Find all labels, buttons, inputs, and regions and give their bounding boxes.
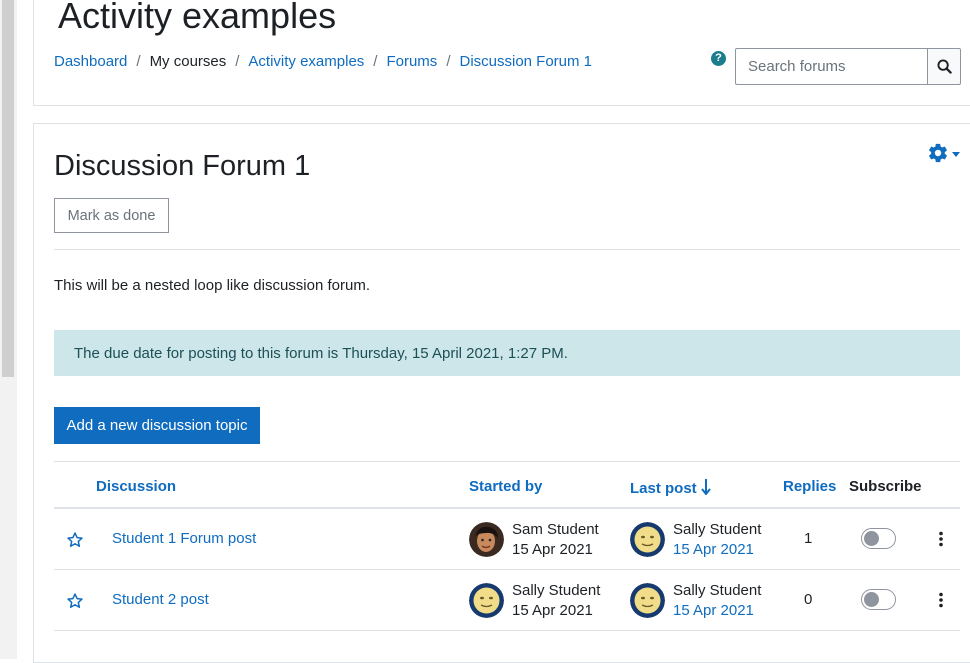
avatar[interactable] bbox=[469, 522, 504, 557]
add-discussion-button[interactable]: Add a new discussion topic bbox=[54, 407, 260, 444]
last-poster-name: Sally Student bbox=[673, 521, 762, 538]
forum-intro: This will be a nested loop like discussi… bbox=[54, 277, 370, 294]
breadcrumb-separator: / bbox=[446, 53, 451, 70]
started-by-info: Sam Student 15 Apr 2021 bbox=[512, 520, 599, 560]
last-post-info: Sally Student 15 Apr 2021 bbox=[673, 520, 761, 560]
breadcrumb-my-courses: My courses bbox=[149, 53, 227, 70]
header-started-by[interactable]: Started by bbox=[469, 478, 542, 495]
drawer-edge bbox=[0, 0, 17, 659]
table-row: Student 1 Forum post Sam Student 15 Apr … bbox=[54, 509, 960, 570]
gear-icon bbox=[929, 143, 947, 163]
reply-count: 0 bbox=[804, 591, 813, 608]
star-icon[interactable] bbox=[66, 531, 84, 553]
last-post-info: Sally Student 15 Apr 2021 bbox=[673, 581, 761, 621]
avatar[interactable] bbox=[630, 522, 665, 557]
drawer-scrollbar[interactable] bbox=[2, 0, 14, 377]
sort-descending-icon bbox=[700, 478, 711, 499]
started-by-info: Sally Student 15 Apr 2021 bbox=[512, 581, 600, 621]
forum-search bbox=[735, 48, 961, 85]
help-icon[interactable]: ? bbox=[711, 51, 726, 66]
star-icon[interactable] bbox=[66, 592, 84, 614]
actions-menu[interactable] bbox=[927, 142, 960, 164]
breadcrumb-dashboard[interactable]: Dashboard bbox=[54, 53, 127, 70]
kebab-icon[interactable] bbox=[938, 592, 944, 612]
breadcrumb-separator: / bbox=[373, 53, 378, 70]
due-date-text: The due date for posting to this forum i… bbox=[74, 344, 568, 362]
main-content: Discussion Forum 1 Mark as done This wil… bbox=[33, 123, 970, 663]
page-header: Activity examples Dashboard / My courses… bbox=[33, 0, 970, 106]
search-icon bbox=[936, 59, 952, 74]
last-post-date-link[interactable]: 15 Apr 2021 bbox=[673, 540, 761, 560]
due-date-notice: The due date for posting to this forum i… bbox=[54, 330, 960, 376]
subscribe-toggle[interactable] bbox=[861, 589, 896, 610]
breadcrumb-separator: / bbox=[235, 53, 240, 70]
toggle-knob bbox=[864, 592, 879, 607]
discussion-link[interactable]: Student 2 post bbox=[112, 591, 209, 608]
breadcrumb-discussion-forum[interactable]: Discussion Forum 1 bbox=[459, 53, 592, 70]
toggle-knob bbox=[864, 531, 879, 546]
last-post-date-link[interactable]: 15 Apr 2021 bbox=[673, 601, 761, 621]
chevron-down-icon bbox=[952, 151, 960, 157]
reply-count: 1 bbox=[804, 530, 813, 547]
header-discussion[interactable]: Discussion bbox=[96, 478, 176, 495]
table-row: Student 2 post Sally Student 15 Apr 2021 bbox=[54, 570, 960, 631]
subscribe-toggle[interactable] bbox=[861, 528, 896, 549]
breadcrumb-forums[interactable]: Forums bbox=[386, 53, 437, 70]
search-button[interactable] bbox=[927, 48, 961, 85]
header-replies[interactable]: Replies bbox=[783, 478, 836, 495]
table-header: Discussion Started by Last post Replies … bbox=[54, 461, 960, 509]
author-name: Sally Student bbox=[512, 582, 601, 599]
header-last-post: Last post bbox=[630, 480, 697, 497]
avatar[interactable] bbox=[469, 583, 504, 618]
started-date: 15 Apr 2021 bbox=[512, 541, 593, 558]
header-last-post-wrap[interactable]: Last post bbox=[630, 478, 711, 499]
avatar[interactable] bbox=[630, 583, 665, 618]
site-title: Activity examples bbox=[58, 0, 337, 36]
header-subscribe: Subscribe bbox=[849, 478, 922, 495]
breadcrumb-activity-examples[interactable]: Activity examples bbox=[248, 53, 364, 70]
started-date: 15 Apr 2021 bbox=[512, 602, 593, 619]
page-title: Discussion Forum 1 bbox=[54, 150, 311, 182]
discussion-link[interactable]: Student 1 Forum post bbox=[112, 530, 256, 547]
author-name: Sam Student bbox=[512, 521, 599, 538]
mark-as-done-button[interactable]: Mark as done bbox=[54, 198, 169, 233]
discussion-table: Discussion Started by Last post Replies … bbox=[54, 461, 960, 631]
breadcrumb: Dashboard / My courses / Activity exampl… bbox=[54, 53, 592, 70]
divider bbox=[54, 249, 960, 250]
breadcrumb-separator: / bbox=[136, 53, 141, 70]
kebab-icon[interactable] bbox=[938, 531, 944, 551]
last-poster-name: Sally Student bbox=[673, 582, 762, 599]
search-input[interactable] bbox=[735, 48, 927, 85]
